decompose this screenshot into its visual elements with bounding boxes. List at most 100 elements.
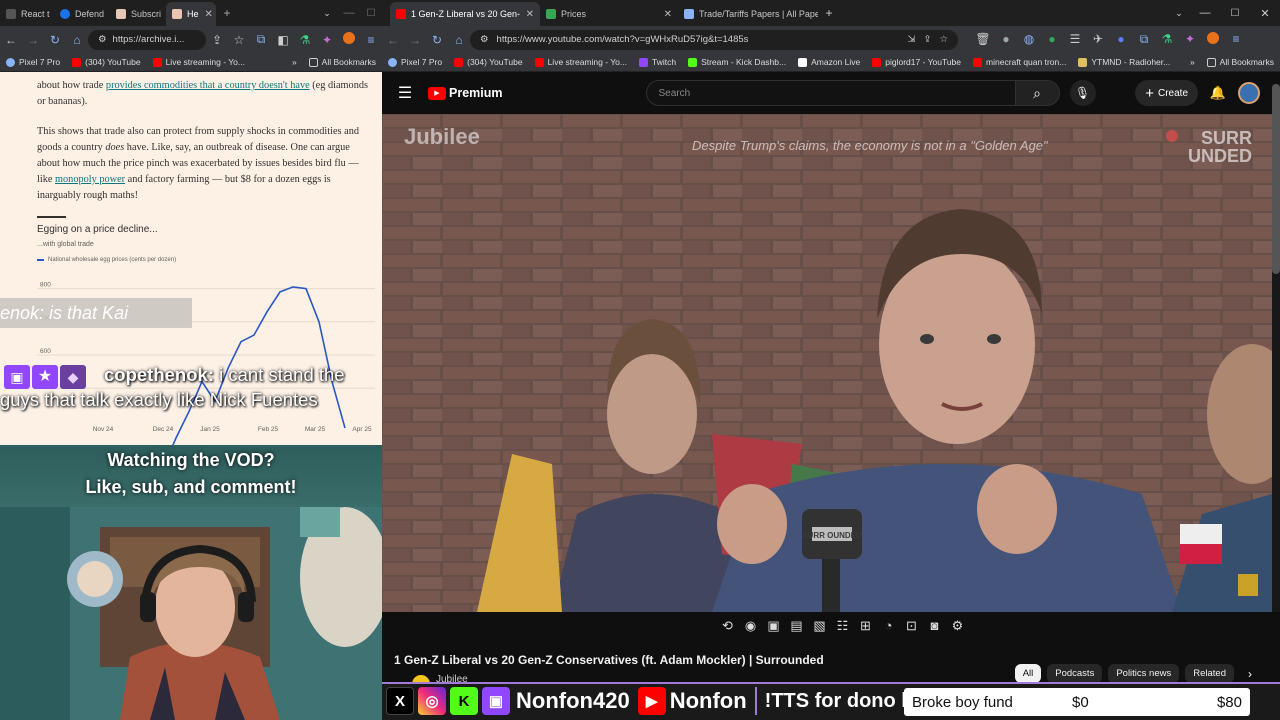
extension-8-icon[interactable]: ✦	[1179, 32, 1201, 47]
account-avatar[interactable]	[1238, 82, 1260, 104]
hamburger-menu-icon[interactable]: ☰	[382, 83, 428, 103]
bookmark-item[interactable]: Live streaming - Yo...	[152, 57, 245, 67]
create-button[interactable]: + Create	[1135, 80, 1198, 106]
menu-icon[interactable]: ≡	[360, 33, 382, 47]
bookmarks-overflow-icon[interactable]: »	[1190, 57, 1195, 67]
chip-all[interactable]: All	[1014, 664, 1042, 683]
bookmark-star-icon[interactable]: ☆	[939, 34, 948, 45]
bookmark-item[interactable]: Pixel 7 Pro	[388, 57, 442, 67]
maximize-icon[interactable]: ☐	[360, 8, 382, 19]
film-icon[interactable]: ▤	[787, 618, 806, 634]
settings-gear-icon[interactable]: ⚙	[948, 618, 967, 634]
maximize-icon[interactable]: ☐	[1220, 8, 1250, 19]
install-icon[interactable]: ⇲	[908, 34, 916, 45]
forward-icon[interactable]: →	[22, 33, 44, 47]
site-info-icon[interactable]: ⚙	[98, 34, 107, 45]
close-tab-icon[interactable]: ✕	[526, 9, 534, 20]
camera-icon[interactable]: ◙	[925, 618, 944, 634]
scrollbar-track[interactable]	[1272, 84, 1280, 612]
video-player[interactable]: SURR OUNDED Despite Trump's claims, the …	[382, 114, 1272, 612]
bookmark-item[interactable]: YTMND - Radioher...	[1078, 57, 1170, 67]
new-tab-button[interactable]: +	[818, 6, 840, 20]
share-icon[interactable]: ⇪	[206, 33, 228, 47]
reload-icon[interactable]: ↻	[426, 33, 448, 47]
image-icon[interactable]: ▧	[810, 618, 829, 634]
share-icon[interactable]: ⇪	[924, 34, 932, 45]
tab-search-icon[interactable]: ⌄	[316, 8, 338, 19]
search-input[interactable]: Search	[645, 80, 1016, 106]
article-link[interactable]: provides commodities that a country does…	[106, 80, 310, 91]
chip-related[interactable]: Related	[1185, 664, 1234, 683]
profile-avatar[interactable]	[338, 32, 360, 47]
expand-icon[interactable]: ⊡	[902, 618, 921, 634]
notifications-bell-icon[interactable]: 🔔	[1198, 85, 1238, 101]
bookmark-item[interactable]: (304) YouTube	[454, 57, 523, 67]
trash-icon[interactable]: 🗑	[972, 32, 994, 47]
chip-politics-news[interactable]: Politics news	[1108, 664, 1180, 683]
bookmark-item[interactable]: Twitch	[638, 57, 676, 67]
handle-youtube: Nonfon	[669, 688, 747, 713]
right-tab-prices[interactable]: Prices ✕	[540, 2, 678, 26]
loop-icon[interactable]: ⟲	[718, 618, 737, 634]
extension-2-icon[interactable]: ◧	[272, 33, 294, 47]
home-icon[interactable]: ⌂	[66, 33, 88, 47]
speed-icon[interactable]: ◔	[879, 618, 898, 634]
bookmark-item[interactable]: Live streaming - Yo...	[534, 57, 627, 67]
back-icon[interactable]: ←	[0, 33, 22, 47]
extension-3-icon[interactable]: ●	[1041, 32, 1063, 47]
close-tab-icon[interactable]: ✕	[205, 9, 213, 20]
extension-4-icon[interactable]: ☰	[1064, 32, 1086, 47]
forward-icon[interactable]: →	[404, 33, 426, 47]
right-tab-youtube-active[interactable]: 1 Gen-Z Liberal vs 20 Gen-Z Co✕	[390, 2, 540, 26]
extension-icon[interactable]: ●	[995, 32, 1017, 47]
tab-search-icon[interactable]: ⌄	[1168, 8, 1190, 19]
extension-5-icon[interactable]: ✈	[1087, 32, 1109, 47]
youtube-logo[interactable]: ▶ Premium	[428, 86, 503, 100]
monopoly-power-link[interactable]: monopoly power	[55, 174, 125, 185]
flask-icon[interactable]: ⚗	[1156, 32, 1178, 47]
left-address-bar[interactable]: ⚙ https://archive.i...	[88, 29, 206, 50]
menu-icon[interactable]: ≡	[1225, 32, 1247, 47]
bookmark-item[interactable]: Pixel 7 Pro	[6, 57, 60, 67]
minimize-icon[interactable]: —	[1190, 7, 1220, 19]
extension-3-icon[interactable]: ✦	[316, 33, 338, 47]
right-address-bar[interactable]: ⚙ https://www.youtube.com/watch?v=gWHxRuD…	[470, 29, 958, 50]
add-icon[interactable]: ⊞	[856, 618, 875, 634]
scrollbar-thumb[interactable]	[1272, 84, 1280, 274]
extension-icon[interactable]: ⧉	[250, 32, 272, 47]
all-bookmarks[interactable]: All Bookmarks	[308, 57, 376, 67]
profile-avatar[interactable]	[1202, 32, 1224, 47]
flask-icon[interactable]: ⚗	[294, 33, 316, 47]
close-window-icon[interactable]: ✕	[1250, 7, 1280, 20]
audio-icon[interactable]: ◉	[741, 618, 760, 634]
all-bookmarks[interactable]: All Bookmarks	[1206, 57, 1274, 67]
bookmark-item[interactable]: (304) YouTube	[72, 57, 141, 67]
search-icon[interactable]: ⌕	[1015, 80, 1060, 106]
home-icon[interactable]: ⌂	[448, 33, 470, 47]
bookmarks-overflow-icon[interactable]: »	[292, 57, 297, 67]
microphone-icon[interactable]: 🎙	[1069, 80, 1096, 106]
bookmark-item[interactable]: Amazon Live	[798, 57, 860, 67]
left-tab-3[interactable]: Subscri	[110, 2, 166, 26]
bookmark-star-icon[interactable]: ☆	[228, 33, 250, 47]
extension-2-icon[interactable]: ◍	[1018, 32, 1040, 47]
bookmark-item[interactable]: minecraft quan tron...	[973, 57, 1066, 67]
new-tab-button[interactable]: +	[216, 6, 238, 20]
left-tab-4-active[interactable]: He ✕	[166, 2, 216, 26]
extension-7-icon[interactable]: ⧉	[1133, 32, 1155, 47]
right-tab-papers[interactable]: Trade/Tariffs Papers | All Papers✕	[678, 2, 818, 26]
site-info-icon[interactable]: ⚙	[480, 34, 489, 45]
back-icon[interactable]: ←	[382, 33, 404, 47]
minimize-icon[interactable]: —	[338, 7, 360, 19]
chevron-right-icon[interactable]: ›	[1240, 667, 1260, 681]
reload-icon[interactable]: ↻	[44, 33, 66, 47]
screenshot-icon[interactable]: ▣	[764, 618, 783, 634]
left-tab-1[interactable]: React t	[0, 2, 54, 26]
captions-icon[interactable]: ☷	[833, 618, 852, 634]
bookmark-item[interactable]: Stream - Kick Dashb...	[688, 57, 786, 67]
bookmark-item[interactable]: piglord17 - YouTube	[872, 57, 961, 67]
extension-6-icon[interactable]: ●	[1110, 32, 1132, 47]
chip-podcasts[interactable]: Podcasts	[1047, 664, 1103, 683]
left-tab-2[interactable]: Defend	[54, 2, 110, 26]
close-tab-icon[interactable]: ✕	[664, 9, 672, 20]
